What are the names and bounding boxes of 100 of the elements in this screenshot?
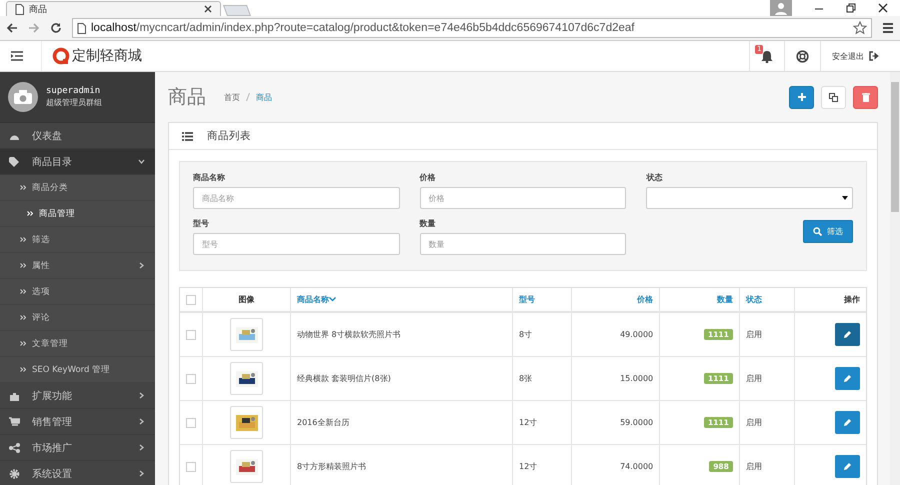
table-cell: 动物世界 8寸横款软壳照片书 bbox=[297, 330, 401, 339]
user-role: 超级管理员群组 bbox=[46, 97, 102, 108]
menu-toggle-icon[interactable] bbox=[11, 51, 23, 61]
select-all-checkbox[interactable] bbox=[186, 294, 196, 304]
pencil-icon bbox=[843, 330, 852, 339]
chevron-icon bbox=[138, 392, 145, 399]
field-label: 状态 bbox=[646, 172, 664, 183]
input-field[interactable]: 数量 bbox=[420, 233, 626, 255]
back-icon[interactable] bbox=[6, 22, 18, 34]
row-checkbox[interactable] bbox=[186, 418, 196, 428]
dropdown-arrow-icon bbox=[842, 196, 848, 200]
address-field[interactable]: localhost/mycncart/admin/index.php?route=catalog/product&token=e74e46b5b4ddc6569674107d6c7d2eaf bbox=[72, 18, 872, 38]
column-sort-link[interactable]: 型号 bbox=[519, 295, 536, 304]
menu-item-icon bbox=[9, 468, 20, 478]
edit-button[interactable] bbox=[835, 411, 860, 434]
sort-caret-icon bbox=[329, 297, 336, 302]
field-label: 价格 bbox=[420, 172, 437, 183]
row-checkbox[interactable] bbox=[186, 330, 196, 340]
submenu-item[interactable]: SEO KeyWord 管理 bbox=[0, 357, 155, 383]
double-chevron-icon bbox=[20, 367, 26, 372]
logout-link[interactable]: 安全退出 bbox=[820, 41, 890, 71]
column-sort-link[interactable]: 价格 bbox=[637, 295, 654, 304]
row-checkbox[interactable] bbox=[186, 462, 196, 472]
chevron-icon bbox=[138, 262, 145, 269]
pencil-icon bbox=[843, 374, 852, 383]
edit-button[interactable] bbox=[835, 323, 860, 346]
table-cell: 8寸 bbox=[519, 330, 532, 339]
column-sort-link[interactable]: 状态 bbox=[746, 295, 762, 304]
panel-title: 商品列表 bbox=[207, 129, 251, 143]
delete-button[interactable] bbox=[853, 86, 878, 108]
input-field[interactable]: 价格 bbox=[420, 187, 626, 209]
input-field[interactable]: 型号 bbox=[193, 233, 400, 255]
edit-button[interactable] bbox=[835, 367, 860, 390]
add-button[interactable] bbox=[789, 86, 814, 108]
double-chevron-icon bbox=[20, 341, 26, 346]
submenu-item[interactable]: 文章管理 bbox=[0, 331, 155, 357]
table-cell: 8张 bbox=[519, 374, 532, 383]
bell-icon bbox=[761, 50, 773, 62]
table-cell: 2016全新台历 bbox=[297, 418, 350, 427]
logo-text: 定制轻商城 bbox=[72, 47, 142, 65]
page-icon bbox=[77, 22, 86, 34]
column-sort-link[interactable]: 商品名称 bbox=[297, 295, 336, 304]
close-icon[interactable] bbox=[878, 3, 888, 13]
menu-item-icon bbox=[9, 442, 20, 452]
breadcrumb-link[interactable]: 首页 bbox=[224, 92, 240, 102]
menu-item-icon bbox=[9, 156, 20, 166]
logo-icon bbox=[52, 47, 70, 65]
menu-item-icon bbox=[9, 416, 20, 426]
trash-icon bbox=[862, 92, 870, 102]
sign-out-icon bbox=[869, 51, 879, 61]
sidebar-item[interactable]: 商品目录 bbox=[0, 149, 155, 175]
submenu-item[interactable]: 评论 bbox=[0, 305, 155, 331]
chevron-icon bbox=[138, 158, 145, 165]
double-chevron-icon bbox=[20, 315, 26, 320]
double-chevron-icon bbox=[20, 263, 26, 268]
column-header: 操作 bbox=[844, 295, 860, 304]
submenu-item[interactable]: 商品管理 bbox=[0, 201, 155, 227]
camera-icon bbox=[14, 90, 32, 104]
browser-tab[interactable]: 商品 bbox=[6, 1, 221, 16]
user-icon[interactable] bbox=[770, 0, 792, 16]
filter-button[interactable]: 筛选 bbox=[803, 220, 853, 243]
chevron-icon bbox=[138, 444, 145, 451]
double-chevron-icon bbox=[27, 211, 33, 216]
table-cell: 启用 bbox=[746, 418, 762, 427]
table-cell: 启用 bbox=[746, 462, 762, 471]
copy-icon bbox=[829, 92, 838, 102]
chevron-icon bbox=[138, 470, 145, 477]
table-cell: 15.0000 bbox=[620, 374, 654, 383]
restore-icon[interactable] bbox=[846, 3, 856, 13]
input-field[interactable]: 商品名称 bbox=[193, 187, 400, 209]
submenu-item[interactable]: 选项 bbox=[0, 279, 155, 305]
submenu-item[interactable]: 筛选 bbox=[0, 227, 155, 253]
copy-button[interactable] bbox=[821, 86, 846, 108]
field-label: 商品名称 bbox=[193, 172, 226, 183]
table-cell: 经典横款 套装明信片(8张) bbox=[297, 374, 391, 383]
scrollbar[interactable] bbox=[890, 72, 900, 485]
table-cell: 启用 bbox=[746, 330, 762, 339]
table-cell: 74.0000 bbox=[620, 462, 654, 471]
double-chevron-icon bbox=[20, 185, 26, 190]
table-cell: 12寸 bbox=[519, 418, 538, 427]
page-title: 商品 bbox=[168, 85, 206, 110]
forward-icon[interactable] bbox=[28, 22, 40, 34]
search-icon bbox=[813, 227, 822, 236]
column-sort-link[interactable]: 数量 bbox=[716, 295, 733, 304]
breadcrumb-link[interactable]: 商品 bbox=[256, 92, 272, 102]
double-chevron-icon bbox=[20, 237, 26, 242]
chevron-icon bbox=[138, 418, 145, 425]
close-icon[interactable] bbox=[204, 5, 212, 13]
menu-item-icon bbox=[9, 390, 20, 400]
star-icon[interactable] bbox=[853, 21, 867, 35]
reload-icon[interactable] bbox=[50, 22, 62, 34]
breadcrumb-separator-icon bbox=[246, 93, 250, 101]
row-checkbox[interactable] bbox=[186, 374, 196, 384]
edit-button[interactable] bbox=[835, 455, 860, 478]
menu-icon[interactable] bbox=[882, 22, 894, 34]
submenu-item[interactable]: 商品分类 bbox=[0, 175, 155, 201]
submenu-item[interactable]: 属性 bbox=[0, 253, 155, 279]
pencil-icon bbox=[843, 418, 852, 427]
plus-icon bbox=[798, 93, 806, 101]
table-cell: 12寸 bbox=[519, 462, 538, 471]
